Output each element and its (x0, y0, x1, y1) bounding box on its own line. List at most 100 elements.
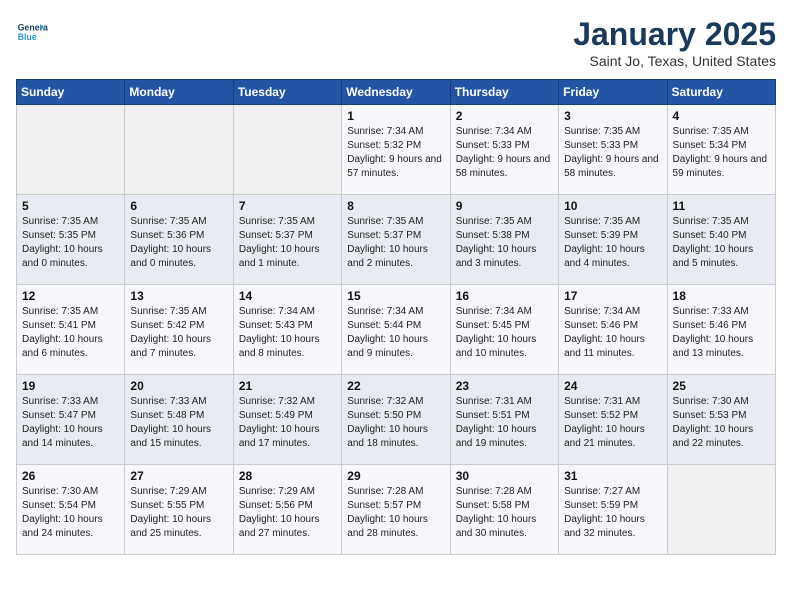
weekday-header-wednesday: Wednesday (342, 80, 450, 105)
day-info: Sunrise: 7:35 AMSunset: 5:34 PMDaylight:… (673, 125, 770, 181)
day-number: 30 (456, 469, 553, 483)
calendar-cell: 2 Sunrise: 7:34 AMSunset: 5:33 PMDaylight… (450, 105, 558, 195)
day-number: 17 (564, 289, 661, 303)
calendar-cell: 16Sunrise: 7:34 AMSunset: 5:45 PMDayligh… (450, 285, 558, 375)
calendar-week-row: 26 Sunrise: 7:30 AMSunset: 5:54 PMDayligh… (17, 465, 776, 555)
day-info: Sunrise: 7:35 AMSunset: 5:36 PMDaylight:… (130, 215, 227, 271)
calendar-cell (233, 105, 341, 195)
day-info: Sunrise: 7:35 AMSunset: 5:35 PMDaylight:… (22, 215, 119, 271)
calendar-table: SundayMondayTuesdayWednesdayThursdayFrid… (16, 79, 776, 555)
calendar-cell: 14Sunrise: 7:34 AMSunset: 5:43 PMDayligh… (233, 285, 341, 375)
calendar-week-row: 1Sunrise: 7:34 AMSunset: 5:32 PMDaylight… (17, 105, 776, 195)
day-info: Sunrise: 7:35 AMSunset: 5:37 PMDaylight:… (347, 215, 444, 271)
calendar-week-row: 19 Sunrise: 7:33 AMSunset: 5:47 PMDayligh… (17, 375, 776, 465)
day-number: 19 (22, 379, 119, 393)
day-info: Sunrise: 7:33 AMSunset: 5:48 PMDaylight:… (130, 395, 227, 451)
calendar-cell: 19 Sunrise: 7:33 AMSunset: 5:47 PMDayligh… (17, 375, 125, 465)
calendar-cell: 13 Sunrise: 7:35 AMSunset: 5:42 PMDayligh… (125, 285, 233, 375)
day-info: Sunrise: 7:31 AMSunset: 5:52 PMDaylight:… (564, 395, 661, 451)
calendar-title: January 2025 (573, 16, 776, 53)
calendar-subtitle: Saint Jo, Texas, United States (573, 53, 776, 69)
logo: General Blue (16, 16, 48, 48)
calendar-cell: 29Sunrise: 7:28 AMSunset: 5:57 PMDayligh… (342, 465, 450, 555)
day-info: Sunrise: 7:34 AMSunset: 5:32 PMDaylight:… (347, 125, 444, 181)
calendar-cell (125, 105, 233, 195)
day-number: 24 (564, 379, 661, 393)
day-info: Sunrise: 7:35 AMSunset: 5:39 PMDaylight:… (564, 215, 661, 271)
calendar-cell: 10 Sunrise: 7:35 AMSunset: 5:39 PMDayligh… (559, 195, 667, 285)
day-number: 27 (130, 469, 227, 483)
day-number: 2 (456, 109, 553, 123)
day-info: Sunrise: 7:35 AMSunset: 5:41 PMDaylight:… (22, 305, 119, 361)
day-info: Sunrise: 7:34 AMSunset: 5:33 PMDaylight:… (456, 125, 553, 181)
day-number: 11 (673, 199, 770, 213)
day-number: 28 (239, 469, 336, 483)
logo-icon: General Blue (16, 16, 48, 48)
calendar-body: 1Sunrise: 7:34 AMSunset: 5:32 PMDaylight… (17, 105, 776, 555)
calendar-cell: 8 Sunrise: 7:35 AMSunset: 5:37 PMDaylight… (342, 195, 450, 285)
calendar-cell: 30 Sunrise: 7:28 AMSunset: 5:58 PMDayligh… (450, 465, 558, 555)
day-info: Sunrise: 7:33 AMSunset: 5:46 PMDaylight:… (673, 305, 770, 361)
calendar-cell: 4 Sunrise: 7:35 AMSunset: 5:34 PMDaylight… (667, 105, 775, 195)
day-info: Sunrise: 7:32 AMSunset: 5:50 PMDaylight:… (347, 395, 444, 451)
day-number: 8 (347, 199, 444, 213)
day-info: Sunrise: 7:29 AMSunset: 5:56 PMDaylight:… (239, 485, 336, 541)
day-info: Sunrise: 7:35 AMSunset: 5:33 PMDaylight:… (564, 125, 661, 181)
weekday-header-sunday: Sunday (17, 80, 125, 105)
day-number: 31 (564, 469, 661, 483)
day-number: 7 (239, 199, 336, 213)
calendar-cell (17, 105, 125, 195)
calendar-cell: 25 Sunrise: 7:30 AMSunset: 5:53 PMDayligh… (667, 375, 775, 465)
day-info: Sunrise: 7:28 AMSunset: 5:57 PMDaylight:… (347, 485, 444, 541)
day-info: Sunrise: 7:30 AMSunset: 5:53 PMDaylight:… (673, 395, 770, 451)
svg-text:General: General (18, 22, 48, 32)
day-info: Sunrise: 7:34 AMSunset: 5:46 PMDaylight:… (564, 305, 661, 361)
weekday-header-friday: Friday (559, 80, 667, 105)
day-number: 4 (673, 109, 770, 123)
day-number: 23 (456, 379, 553, 393)
day-info: Sunrise: 7:35 AMSunset: 5:37 PMDaylight:… (239, 215, 336, 271)
day-info: Sunrise: 7:29 AMSunset: 5:55 PMDaylight:… (130, 485, 227, 541)
day-info: Sunrise: 7:35 AMSunset: 5:40 PMDaylight:… (673, 215, 770, 271)
day-info: Sunrise: 7:35 AMSunset: 5:42 PMDaylight:… (130, 305, 227, 361)
calendar-cell: 18 Sunrise: 7:33 AMSunset: 5:46 PMDayligh… (667, 285, 775, 375)
day-info: Sunrise: 7:28 AMSunset: 5:58 PMDaylight:… (456, 485, 553, 541)
day-number: 13 (130, 289, 227, 303)
day-number: 6 (130, 199, 227, 213)
calendar-cell: 17 Sunrise: 7:34 AMSunset: 5:46 PMDayligh… (559, 285, 667, 375)
title-area: January 2025 Saint Jo, Texas, United Sta… (573, 16, 776, 69)
calendar-cell: 24 Sunrise: 7:31 AMSunset: 5:52 PMDayligh… (559, 375, 667, 465)
calendar-cell: 22 Sunrise: 7:32 AMSunset: 5:50 PMDayligh… (342, 375, 450, 465)
weekday-header-saturday: Saturday (667, 80, 775, 105)
calendar-cell: 6 Sunrise: 7:35 AMSunset: 5:36 PMDaylight… (125, 195, 233, 285)
calendar-header: SundayMondayTuesdayWednesdayThursdayFrid… (17, 80, 776, 105)
day-number: 5 (22, 199, 119, 213)
day-info: Sunrise: 7:34 AMSunset: 5:45 PMDaylight:… (456, 305, 553, 361)
weekday-header-thursday: Thursday (450, 80, 558, 105)
calendar-cell: 26 Sunrise: 7:30 AMSunset: 5:54 PMDayligh… (17, 465, 125, 555)
calendar-cell: 20Sunrise: 7:33 AMSunset: 5:48 PMDayligh… (125, 375, 233, 465)
day-info: Sunrise: 7:34 AMSunset: 5:44 PMDaylight:… (347, 305, 444, 361)
day-number: 22 (347, 379, 444, 393)
day-info: Sunrise: 7:32 AMSunset: 5:49 PMDaylight:… (239, 395, 336, 451)
calendar-week-row: 12 Sunrise: 7:35 AMSunset: 5:41 PMDayligh… (17, 285, 776, 375)
day-number: 25 (673, 379, 770, 393)
day-number: 9 (456, 199, 553, 213)
day-info: Sunrise: 7:27 AMSunset: 5:59 PMDaylight:… (564, 485, 661, 541)
day-number: 26 (22, 469, 119, 483)
calendar-cell: 9Sunrise: 7:35 AMSunset: 5:38 PMDaylight… (450, 195, 558, 285)
day-info: Sunrise: 7:33 AMSunset: 5:47 PMDaylight:… (22, 395, 119, 451)
day-number: 10 (564, 199, 661, 213)
day-number: 12 (22, 289, 119, 303)
calendar-cell (667, 465, 775, 555)
calendar-cell: 3Sunrise: 7:35 AMSunset: 5:33 PMDaylight… (559, 105, 667, 195)
calendar-cell: 27 Sunrise: 7:29 AMSunset: 5:55 PMDayligh… (125, 465, 233, 555)
calendar-cell: 21 Sunrise: 7:32 AMSunset: 5:49 PMDayligh… (233, 375, 341, 465)
day-number: 21 (239, 379, 336, 393)
calendar-cell: 12 Sunrise: 7:35 AMSunset: 5:41 PMDayligh… (17, 285, 125, 375)
day-info: Sunrise: 7:30 AMSunset: 5:54 PMDaylight:… (22, 485, 119, 541)
day-number: 18 (673, 289, 770, 303)
weekday-header-tuesday: Tuesday (233, 80, 341, 105)
svg-text:Blue: Blue (18, 32, 37, 42)
day-info: Sunrise: 7:34 AMSunset: 5:43 PMDaylight:… (239, 305, 336, 361)
